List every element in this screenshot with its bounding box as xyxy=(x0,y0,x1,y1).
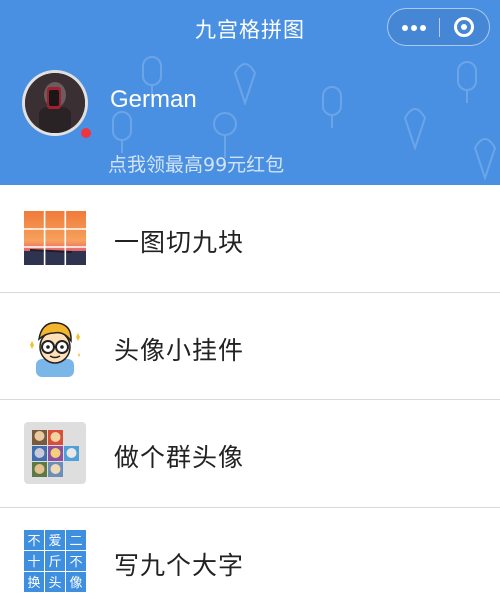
character-cell-text: 像 xyxy=(69,576,82,591)
username: German xyxy=(110,86,197,113)
character-cell-text: 头 xyxy=(48,576,61,591)
target-close-icon[interactable] xyxy=(440,9,490,45)
character-cell-text: 不 xyxy=(69,555,82,570)
cartoon-boy-glasses-icon xyxy=(30,321,80,377)
red-packet-promo-link[interactable]: 点我领最高99元红包 xyxy=(108,150,284,177)
mini-program-capsule xyxy=(387,8,490,46)
ice-cream-doodle-icon xyxy=(473,138,497,180)
menu-item-label: 做个群头像 xyxy=(114,443,245,472)
ice-cream-doodle-icon xyxy=(403,108,427,150)
character-cell-text: 斤 xyxy=(48,555,61,570)
nine-grid-sunset-icon xyxy=(24,211,86,265)
notification-badge-dot xyxy=(81,128,91,138)
header-banner: 九宫格拼图 German 点我领最高99元红包 xyxy=(0,0,500,185)
feature-menu: 一图切九块 头像小挂件 做个群头像 不 爱 二 十 斤 不 换 头 像 写九个大… xyxy=(0,185,500,615)
avatar-photo-icon xyxy=(25,73,85,133)
menu-item-nine-characters[interactable]: 不爱二十斤不换头像 写九个大字 xyxy=(0,507,500,615)
group-avatar-collage-icon xyxy=(24,422,86,484)
menu-item-group-avatar[interactable]: 做个群头像 xyxy=(0,400,500,508)
menu-item-avatar-pendant[interactable]: 头像小挂件 xyxy=(0,292,500,400)
popsicle-doodle-icon xyxy=(457,61,477,103)
menu-item-split-nine[interactable]: 一图切九块 xyxy=(0,185,500,293)
menu-item-label: 一图切九块 xyxy=(114,228,245,257)
menu-item-label: 写九个大字 xyxy=(114,550,245,580)
character-cell-text: 换 xyxy=(27,576,40,591)
popsicle-doodle-icon xyxy=(322,86,342,128)
character-cell-text: 爱 xyxy=(48,534,61,549)
popsicle-doodle-icon xyxy=(112,111,132,153)
avatar[interactable] xyxy=(22,70,88,136)
character-cell-text: 十 xyxy=(27,555,40,570)
character-cell-text: 二 xyxy=(69,534,82,549)
more-dots-icon[interactable] xyxy=(388,9,439,45)
menu-item-label: 头像小挂件 xyxy=(114,335,245,365)
ice-cream-doodle-icon xyxy=(233,63,257,105)
character-cell-text: 不 xyxy=(27,534,40,549)
nine-characters-grid-icon: 不爱二十斤不换头像 xyxy=(24,529,86,592)
